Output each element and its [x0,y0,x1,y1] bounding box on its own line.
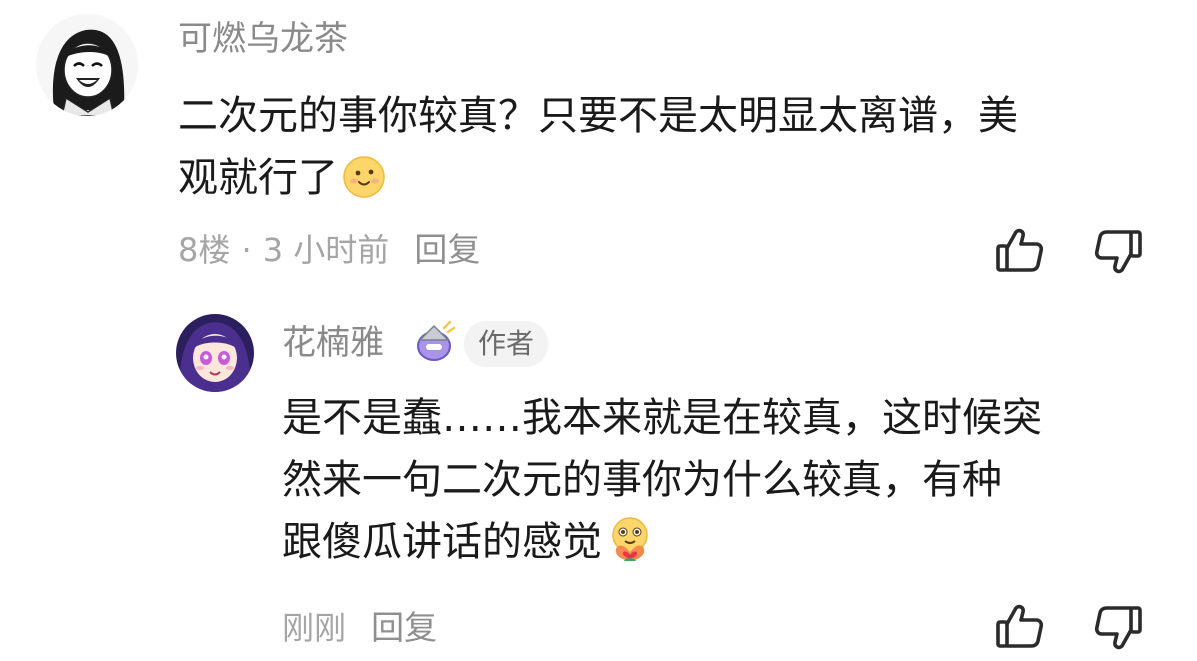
reply-text-line-2: 然来一句二次元的事你为什么较真，有种 [282,457,1002,503]
comment-floor: 8楼 [178,231,231,269]
reply-text-line-3-text: 跟傻瓜讲话的感觉 [282,519,602,565]
comment-text-line-1: 二次元的事你较真？只要不是太明显太离谱，美 [178,93,1018,139]
comment-text-line-2-text: 观就行了 [178,155,338,201]
reply-reply-button[interactable]: 回复 [371,608,437,647]
comment-text-line-2: 观就行了 [178,147,1178,209]
commenter-username[interactable]: 可燃乌龙茶 [178,19,348,59]
reply-like-icon[interactable] [994,600,1046,652]
comment-text: 二次元的事你较真？只要不是太明显太离谱，美 观就行了 [178,85,1178,209]
reply-dislike-icon[interactable] [1092,602,1144,654]
reply-text: 是不是蠢……我本来就是在较真，这时候突 然来一句二次元的事你为什么较真，有种 跟… [282,387,1182,573]
reply-text-line-1: 是不是蠢……我本来就是在较真，这时候突 [282,395,1042,441]
level-badge-icon [410,318,458,366]
comment-reply-button[interactable]: 回复 [414,230,480,269]
comment-time: 3 小时前 [262,231,390,269]
comment-dislike-icon[interactable] [1092,226,1144,278]
reply-meta: 刚刚 回复 [282,608,437,648]
comment-meta: 8楼 · 3 小时前 回复 [178,230,480,270]
meta-separator: · [241,231,252,269]
author-badge: 作者 [464,321,549,367]
reply-time: 刚刚 [282,609,347,647]
smile-emoji-icon [342,155,386,199]
commenter-avatar[interactable] [36,14,138,116]
heart-hands-emoji-icon [606,515,654,563]
replier-avatar[interactable] [176,314,254,392]
reply-text-line-3: 跟傻瓜讲话的感觉 [282,511,1182,573]
replier-username[interactable]: 花楠雅 [282,323,384,363]
comment-like-icon[interactable] [994,224,1046,276]
